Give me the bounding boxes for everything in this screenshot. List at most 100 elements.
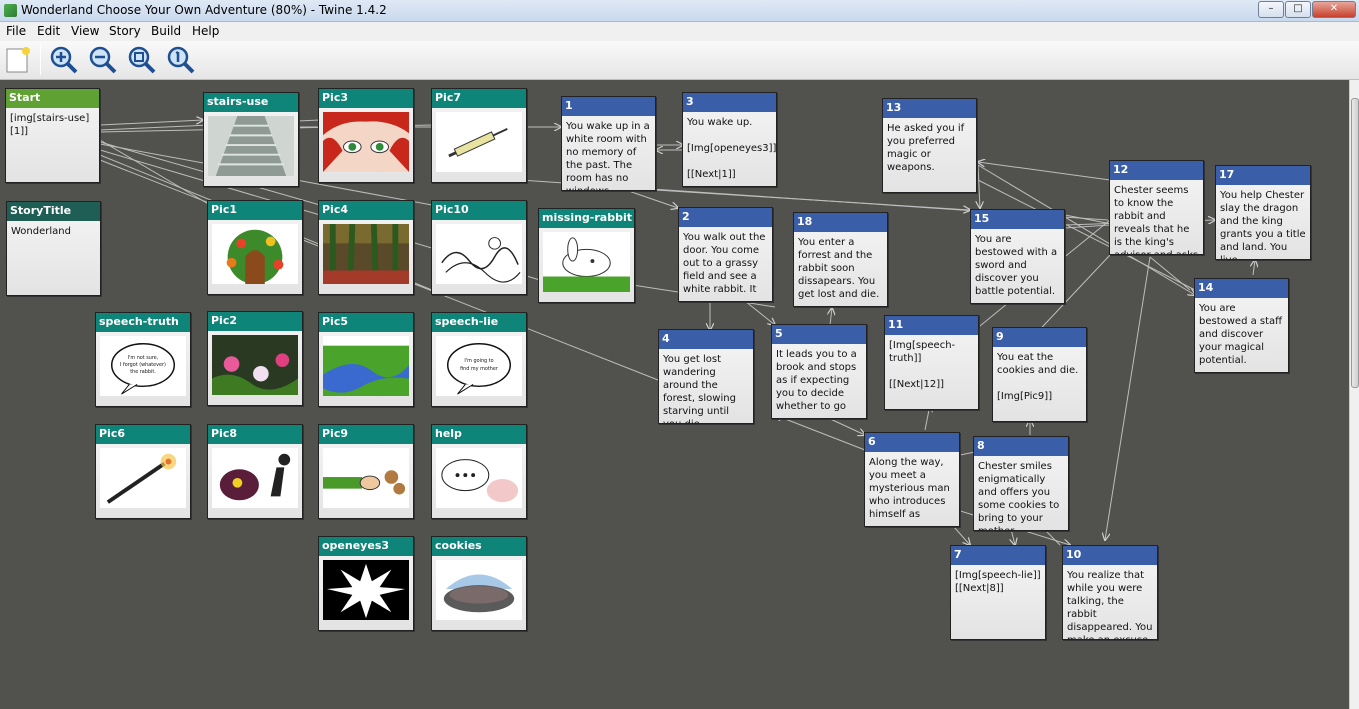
passage-title: 1 bbox=[562, 97, 655, 116]
passage-9[interactable]: 9 You eat the cookies and die. [Img[Pic9… bbox=[992, 327, 1087, 422]
passage-title: Pic7 bbox=[432, 89, 526, 108]
passage-text: You wake up. [Img[openeyes3]] [[Next|1]] bbox=[687, 117, 776, 180]
menu-story[interactable]: Story bbox=[109, 24, 141, 38]
passage-text: You are bestowed with a sword and discov… bbox=[975, 234, 1058, 297]
passage-title: 5 bbox=[772, 325, 866, 344]
scrollbar-thumb[interactable] bbox=[1351, 98, 1359, 388]
close-button[interactable]: ✕ bbox=[1312, 1, 1356, 18]
passage-13[interactable]: 13 He asked you if you preferred magic o… bbox=[882, 98, 977, 193]
passage-title: 18 bbox=[794, 213, 887, 232]
passage-title: speech-lie bbox=[432, 313, 526, 332]
zoom-actual-icon[interactable] bbox=[166, 45, 196, 75]
passage-speech-truth[interactable]: speech-truth I'm not sure, I forgot (what… bbox=[95, 312, 191, 407]
passage-18[interactable]: 18 You enter a forrest and the rabbit so… bbox=[793, 212, 888, 307]
thought-bubble-image bbox=[436, 448, 522, 508]
passage-cookies[interactable]: cookies bbox=[431, 536, 527, 631]
passage-title: 15 bbox=[971, 210, 1064, 229]
passage-6[interactable]: 6 Along the way, you meet a mysterious m… bbox=[864, 432, 960, 527]
svg-text:the rabbit.: the rabbit. bbox=[130, 369, 156, 375]
passage-title: stairs-use bbox=[204, 93, 298, 112]
passage-text: You realize that while you were talking,… bbox=[1067, 570, 1153, 639]
passage-pic6[interactable]: Pic6 bbox=[95, 424, 191, 519]
white-burst-image bbox=[323, 560, 409, 620]
passage-text: He asked you if you preferred magic or w… bbox=[887, 123, 965, 173]
passage-pic8[interactable]: Pic8 bbox=[207, 424, 303, 519]
title-bar: Wonderland Choose Your Own Adventure (80… bbox=[0, 0, 1359, 22]
menu-bar: File Edit View Story Build Help bbox=[0, 22, 1359, 41]
zoom-out-icon[interactable] bbox=[88, 45, 118, 75]
passage-missing-rabbit[interactable]: missing-rabbit bbox=[538, 208, 635, 303]
passage-start[interactable]: Start [img[stairs-use][1]] bbox=[5, 88, 100, 183]
passage-text: You get lost wandering around the forest… bbox=[663, 354, 736, 423]
passage-title: 14 bbox=[1195, 279, 1288, 298]
passage-2[interactable]: 2 You walk out the door. You come out to… bbox=[678, 207, 773, 302]
passage-title: Pic2 bbox=[208, 312, 302, 331]
passage-storytitle[interactable]: StoryTitle Wonderland bbox=[6, 201, 101, 296]
passage-text: You walk out the door. You come out to a… bbox=[683, 232, 766, 295]
passage-17[interactable]: 17 You help Chester slay the dragon and … bbox=[1215, 165, 1311, 260]
passage-stairs-use[interactable]: stairs-use bbox=[203, 92, 299, 187]
speech-bubble-image: I'm going to find my mother bbox=[436, 336, 522, 396]
passage-1[interactable]: 1 You wake up in a white room with no me… bbox=[561, 96, 656, 191]
passage-10[interactable]: 10 You realize that while you were talki… bbox=[1062, 545, 1158, 640]
passage-12[interactable]: 12 Chester seems to know the rabbit and … bbox=[1109, 160, 1204, 255]
menu-build[interactable]: Build bbox=[151, 24, 181, 38]
passage-text: You enter a forrest and the rabbit soon … bbox=[798, 237, 880, 300]
passage-title: Pic9 bbox=[319, 425, 413, 444]
story-map-canvas[interactable]: Start [img[stairs-use][1]] StoryTitle Wo… bbox=[0, 80, 1349, 709]
passage-pic10[interactable]: Pic10 bbox=[431, 200, 527, 295]
passage-text: [img[stairs-use][1]] bbox=[10, 113, 90, 137]
passage-pic7[interactable]: Pic7 bbox=[431, 88, 527, 183]
magic-wand-image bbox=[100, 448, 186, 508]
red-hair-face-image bbox=[323, 112, 409, 172]
passage-title: Start bbox=[6, 89, 99, 108]
passage-7[interactable]: 7 [Img[speech-lie]] [[Next|8]] bbox=[950, 545, 1046, 640]
menu-help[interactable]: Help bbox=[192, 24, 219, 38]
passage-title: Pic4 bbox=[319, 201, 413, 220]
passage-title: Pic6 bbox=[96, 425, 190, 444]
sketch-dragon-image bbox=[436, 224, 522, 284]
passage-title: 12 bbox=[1110, 161, 1203, 180]
passage-pic5[interactable]: Pic5 bbox=[318, 312, 414, 407]
passage-pic9[interactable]: Pic9 bbox=[318, 424, 414, 519]
dark-garden-image bbox=[212, 335, 298, 395]
passage-speech-lie[interactable]: speech-lie I'm going to find my mother bbox=[431, 312, 527, 407]
vertical-scrollbar[interactable] bbox=[1349, 80, 1359, 709]
toolbar bbox=[0, 41, 1359, 80]
brook-image bbox=[323, 336, 409, 396]
new-passage-icon[interactable] bbox=[4, 45, 34, 75]
passage-4[interactable]: 4 You get lost wandering around the fore… bbox=[658, 329, 754, 424]
passage-title: Pic8 bbox=[208, 425, 302, 444]
passage-help[interactable]: help bbox=[431, 424, 527, 519]
passage-14[interactable]: 14 You are bestowed a staff and discover… bbox=[1194, 278, 1289, 373]
passage-pic1[interactable]: Pic1 bbox=[207, 200, 303, 295]
flower-door-image bbox=[212, 224, 298, 284]
passage-pic4[interactable]: Pic4 bbox=[318, 200, 414, 295]
passage-title: Pic5 bbox=[319, 313, 413, 332]
passage-title: Pic3 bbox=[319, 89, 413, 108]
passage-openeyes3[interactable]: openeyes3 bbox=[318, 536, 414, 631]
forest-image bbox=[323, 223, 409, 285]
zoom-fit-icon[interactable] bbox=[127, 45, 157, 75]
passage-8[interactable]: 8 Chester smiles enigmatically and offer… bbox=[973, 436, 1069, 531]
passage-5[interactable]: 5 It leads you to a brook and stops as i… bbox=[771, 324, 867, 419]
menu-edit[interactable]: Edit bbox=[37, 24, 60, 38]
passage-pic3[interactable]: Pic3 bbox=[318, 88, 414, 183]
svg-text:I forgot (whatever): I forgot (whatever) bbox=[120, 362, 166, 368]
minimize-button[interactable]: – bbox=[1258, 1, 1284, 18]
passage-title: 7 bbox=[951, 546, 1045, 565]
svg-text:find my mother: find my mother bbox=[460, 366, 498, 372]
twine-app-icon bbox=[4, 4, 17, 17]
menu-view[interactable]: View bbox=[71, 24, 99, 38]
passage-text: Along the way, you meet a mysterious man… bbox=[869, 457, 950, 520]
passage-11[interactable]: 11 [Img[speech-truth]] [[Next|12]] bbox=[884, 315, 979, 410]
passage-pic2[interactable]: Pic2 bbox=[207, 311, 303, 406]
passage-title: 17 bbox=[1216, 166, 1310, 185]
passage-title: 13 bbox=[883, 99, 976, 118]
passage-15[interactable]: 15 You are bestowed with a sword and dis… bbox=[970, 209, 1065, 304]
passage-text: It leads you to a brook and stops as if … bbox=[776, 349, 857, 412]
zoom-in-icon[interactable] bbox=[49, 45, 79, 75]
passage-3[interactable]: 3 You wake up. [Img[openeyes3]] [[Next|1… bbox=[682, 92, 777, 187]
menu-file[interactable]: File bbox=[6, 24, 26, 38]
maximize-button[interactable]: □ bbox=[1285, 1, 1311, 18]
